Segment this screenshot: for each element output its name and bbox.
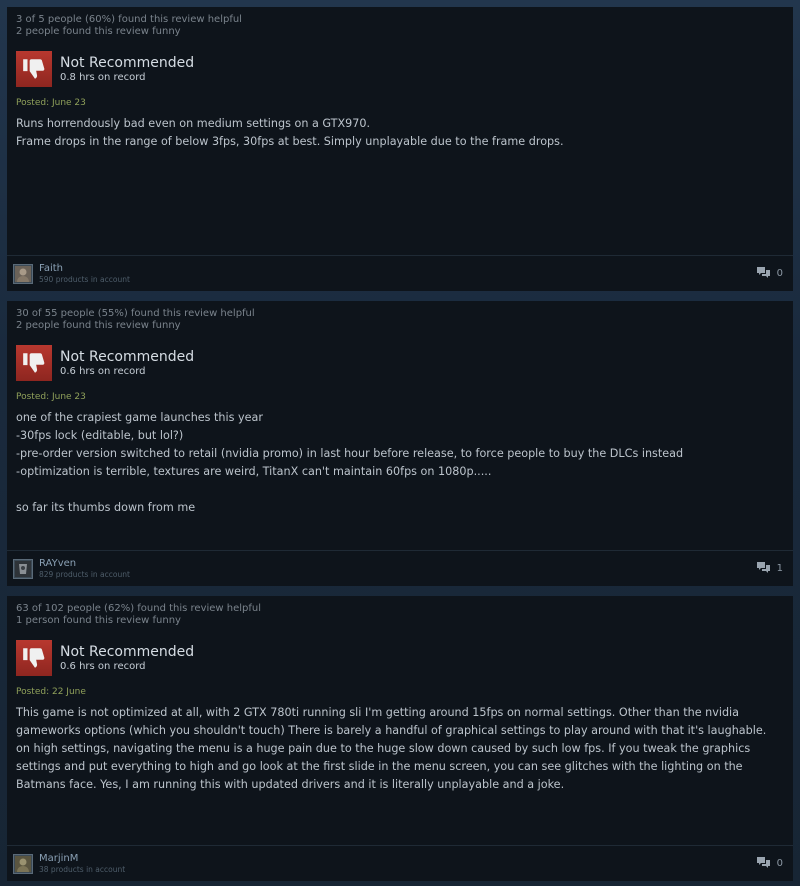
review-card: 3 of 5 people (60%) found this review he…	[7, 7, 793, 291]
user-avatar[interactable]	[13, 558, 33, 579]
funny-count: 2 people found this review funny	[16, 26, 181, 37]
hours-on-record: 0.6 hrs on record	[60, 660, 146, 672]
posted-date: Posted: June 23	[16, 392, 86, 402]
review-line: -optimization is terrible, textures are …	[16, 465, 492, 478]
comments-link[interactable]: 1	[756, 561, 787, 577]
user-avatar[interactable]	[13, 263, 33, 284]
review-line: Runs horrendously bad even on medium set…	[16, 117, 371, 130]
review-body: Runs horrendously bad even on medium set…	[16, 115, 784, 151]
review-verdict[interactable]: Not Recommended 0.6 hrs on record	[16, 345, 784, 381]
comment-count: 0	[776, 268, 783, 279]
helpful-count: 30 of 55 people (55%) found this review …	[16, 308, 255, 319]
review-body: one of the crapiest game launches this y…	[16, 409, 784, 517]
products-in-account: 38 products in account	[39, 864, 126, 874]
comment-count: 0	[776, 858, 783, 869]
review-footer: MarjinM 38 products in account 0	[7, 845, 793, 881]
thumbs-down-icon	[16, 640, 52, 676]
comments-link[interactable]: 0	[756, 266, 787, 282]
review-body: This game is not optimized at all, with …	[16, 704, 784, 794]
review-line: -30fps lock (editable, but lol?)	[16, 429, 184, 442]
funny-count: 1 person found this review funny	[16, 615, 181, 626]
review-line: -pre-order version switched to retail (n…	[16, 447, 684, 460]
funny-count: 2 people found this review funny	[16, 320, 181, 331]
review-footer: Faith 590 products in account 0	[7, 255, 793, 291]
review-line: Frame drops in the range of below 3fps, …	[16, 135, 564, 148]
posted-date: Posted: 22 June	[16, 687, 86, 697]
comment-bubbles-icon	[756, 266, 771, 282]
hours-on-record: 0.8 hrs on record	[60, 71, 146, 83]
products-in-account: 590 products in account	[39, 274, 130, 284]
verdict-title: Not Recommended	[60, 54, 195, 71]
review-line: so far its thumbs down from me	[16, 501, 196, 514]
thumbs-down-icon	[16, 345, 52, 381]
review-verdict[interactable]: Not Recommended 0.8 hrs on record	[16, 51, 784, 87]
review-line: This game is not optimized at all, with …	[16, 706, 767, 791]
hours-on-record: 0.6 hrs on record	[60, 365, 146, 377]
review-card: 30 of 55 people (55%) found this review …	[7, 301, 793, 586]
helpful-count: 3 of 5 people (60%) found this review he…	[16, 14, 242, 25]
username[interactable]: RAYven	[39, 558, 130, 570]
review-blank-line	[16, 481, 776, 499]
comment-count: 1	[776, 563, 783, 574]
thumbs-down-icon	[16, 51, 52, 87]
comment-bubbles-icon	[756, 856, 771, 872]
verdict-title: Not Recommended	[60, 643, 195, 660]
comment-bubbles-icon	[756, 561, 771, 577]
review-card: 63 of 102 people (62%) found this review…	[7, 596, 793, 881]
products-in-account: 829 products in account	[39, 569, 130, 579]
username[interactable]: MarjinM	[39, 853, 125, 865]
username[interactable]: Faith	[39, 263, 130, 275]
comments-link[interactable]: 0	[756, 856, 787, 872]
review-verdict[interactable]: Not Recommended 0.6 hrs on record	[16, 640, 784, 676]
review-footer: RAYven 829 products in account 1	[7, 550, 793, 586]
verdict-title: Not Recommended	[60, 348, 195, 365]
review-line: one of the crapiest game launches this y…	[16, 411, 263, 424]
helpful-count: 63 of 102 people (62%) found this review…	[16, 603, 262, 614]
posted-date: Posted: June 23	[16, 98, 86, 108]
user-avatar[interactable]	[13, 853, 33, 874]
